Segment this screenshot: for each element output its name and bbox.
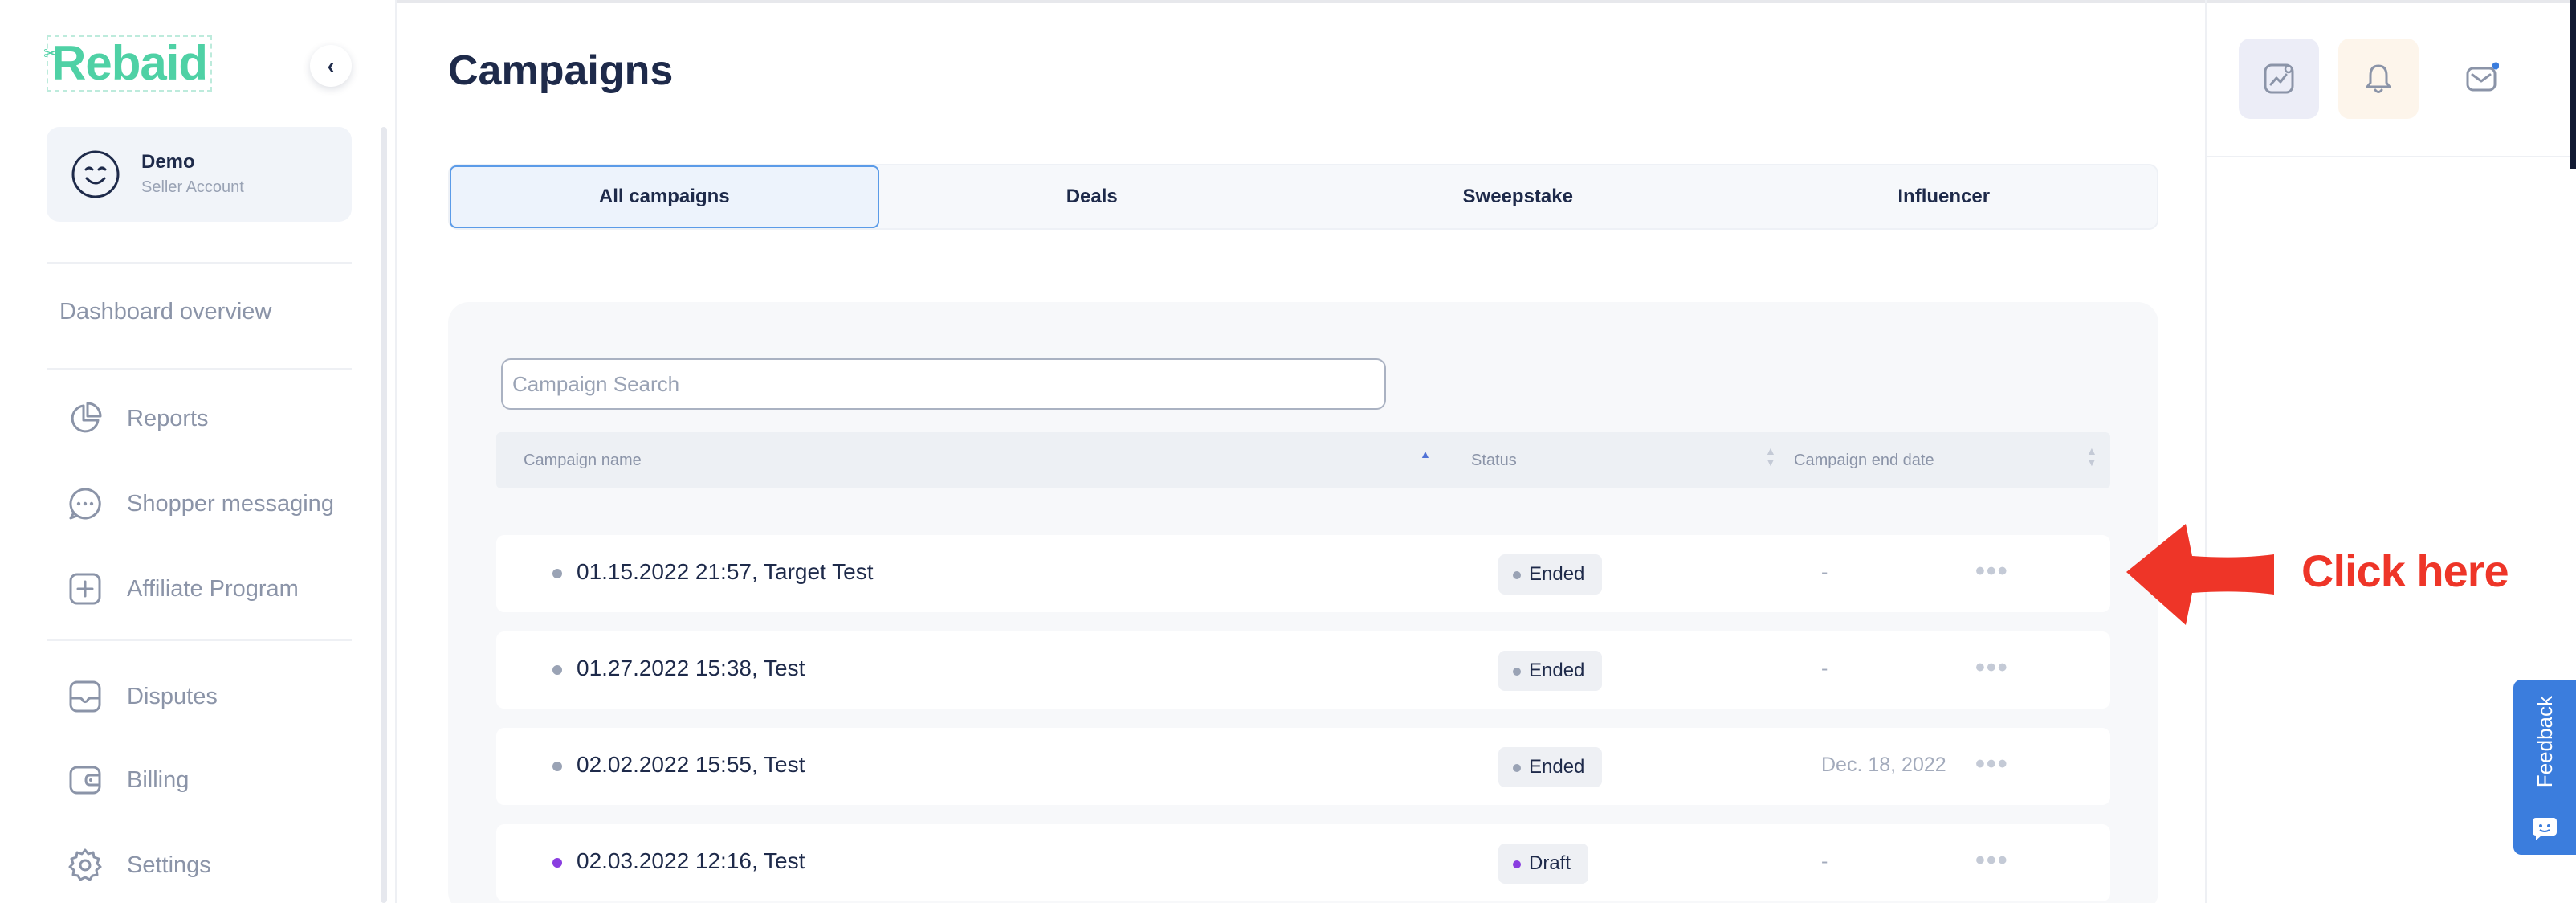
chat-bubble-icon xyxy=(69,488,101,520)
campaign-name: 02.02.2022 15:55, Test xyxy=(577,752,805,777)
table-row[interactable]: 01.15.2022 21:57, Target Test Ended - ••… xyxy=(496,535,2110,612)
gear-icon xyxy=(68,848,102,881)
more-options-button[interactable]: ••• xyxy=(1975,845,2009,876)
messages-button[interactable] xyxy=(2441,39,2521,119)
status-badge: Ended xyxy=(1498,554,1603,595)
campaign-name: 02.03.2022 12:16, Test xyxy=(577,848,805,873)
more-options-button[interactable]: ••• xyxy=(1975,556,2009,587)
nav-label: Affiliate Program xyxy=(127,575,299,602)
status-badge: Ended xyxy=(1498,747,1603,787)
mail-icon xyxy=(2466,62,2499,92)
bell-icon xyxy=(2366,64,2391,93)
window-edge xyxy=(2570,0,2576,169)
campaign-name: 01.15.2022 21:57, Target Test xyxy=(577,559,874,584)
end-date: - xyxy=(1821,850,1828,872)
analytics-button[interactable] xyxy=(2239,39,2319,119)
notifications-button[interactable] xyxy=(2338,39,2419,119)
nav-label: Settings xyxy=(127,852,211,878)
account-role: Seller Account xyxy=(141,178,244,196)
table-header: Campaign name ▲ Status ▲ ▼ Campaign end d… xyxy=(496,432,2110,488)
campaigns-panel: Campaign name ▲ Status ▲▼ Campaign end d… xyxy=(448,302,2158,903)
column-header-end-date[interactable]: Campaign end date xyxy=(1794,432,1934,488)
sidebar-scrollbar[interactable] xyxy=(381,127,387,903)
table-row[interactable]: 02.03.2022 12:16, Test Draft - ••• xyxy=(496,824,2110,901)
nav-label: Shopper messaging xyxy=(127,490,334,517)
smiley-avatar-icon xyxy=(71,150,120,198)
wallet-icon xyxy=(69,766,101,795)
table-row[interactable]: 01.27.2022 15:38, Test Ended - ••• xyxy=(496,631,2110,709)
nav-label: Disputes xyxy=(127,683,218,709)
more-options-button[interactable]: ••• xyxy=(1975,652,2009,684)
chevron-left-icon: ‹ xyxy=(327,53,335,78)
tab-deals[interactable]: Deals xyxy=(879,165,1306,228)
tab-all-campaigns[interactable]: All campaigns xyxy=(450,165,879,228)
account-name: Demo xyxy=(141,151,195,173)
divider xyxy=(2205,156,2576,157)
campaign-search-input[interactable] xyxy=(501,358,1386,410)
plus-square-icon xyxy=(69,573,101,605)
logo-text: Rebaid xyxy=(51,36,208,90)
status-dot xyxy=(552,665,562,675)
status-dot xyxy=(552,569,562,578)
click-here-annotation: Click here xyxy=(2301,545,2509,596)
scissors-icon: ✂ xyxy=(43,43,58,63)
feedback-tab[interactable]: Feedback xyxy=(2513,680,2576,855)
nav-item-disputes[interactable]: Disputes xyxy=(67,676,218,717)
end-date: Dec. 18, 2022 xyxy=(1821,754,1946,776)
analytics-icon xyxy=(2264,63,2294,94)
sort-icon[interactable]: ▲ ▼ xyxy=(2086,445,2097,468)
nav-item-shopper-messaging[interactable]: Shopper messaging xyxy=(67,484,334,524)
tab-influencer[interactable]: Influencer xyxy=(1731,165,2158,228)
tab-sweepstake[interactable]: Sweepstake xyxy=(1305,165,1731,228)
campaign-tabs: All campaigns Deals Sweepstake Influence… xyxy=(448,164,2158,230)
divider xyxy=(47,262,352,264)
nav-item-settings[interactable]: Settings xyxy=(67,845,211,885)
collapse-sidebar-button[interactable]: ‹ xyxy=(310,45,352,87)
divider xyxy=(47,639,352,641)
red-arrow-annotation xyxy=(2126,524,2274,625)
feedback-label: Feedback xyxy=(2532,696,2557,788)
status-dot xyxy=(552,762,562,771)
campaign-name: 01.27.2022 15:38, Test xyxy=(577,656,805,680)
table-row[interactable]: 02.02.2022 15:55, Test Ended Dec. 18, 20… xyxy=(496,728,2110,805)
divider xyxy=(47,368,352,370)
end-date: - xyxy=(1821,657,1828,680)
page-title: Campaigns xyxy=(448,47,674,94)
status-dot xyxy=(552,858,562,868)
folder-icon xyxy=(69,680,101,713)
nav-dashboard-overview[interactable]: Dashboard overview xyxy=(59,299,271,325)
status-badge: Ended xyxy=(1498,651,1603,691)
pie-chart-icon xyxy=(71,402,102,433)
account-card[interactable]: Demo Seller Account xyxy=(47,127,352,222)
sort-ascending-icon[interactable]: ▲ xyxy=(1420,448,1431,460)
column-header-campaign-name[interactable]: Campaign name xyxy=(524,432,642,488)
column-header-status[interactable]: Status xyxy=(1471,432,1517,488)
sidebar: ✂ Rebaid ‹ Demo Seller Account Dashboard… xyxy=(0,0,397,903)
feedback-smile-icon xyxy=(2533,818,2557,840)
sort-icon[interactable]: ▲ ▼ xyxy=(1765,445,1776,468)
more-options-button[interactable]: ••• xyxy=(1975,749,2009,780)
nav-item-reports[interactable]: Reports xyxy=(67,398,209,439)
nav-item-affiliate-program[interactable]: Affiliate Program xyxy=(67,569,299,609)
rebaid-logo[interactable]: ✂ Rebaid xyxy=(43,35,213,92)
nav-item-billing[interactable]: Billing xyxy=(67,760,189,800)
nav-label: Billing xyxy=(127,766,190,793)
end-date: - xyxy=(1821,561,1828,583)
status-badge: Draft xyxy=(1498,844,1589,884)
nav-label: Reports xyxy=(127,405,209,431)
